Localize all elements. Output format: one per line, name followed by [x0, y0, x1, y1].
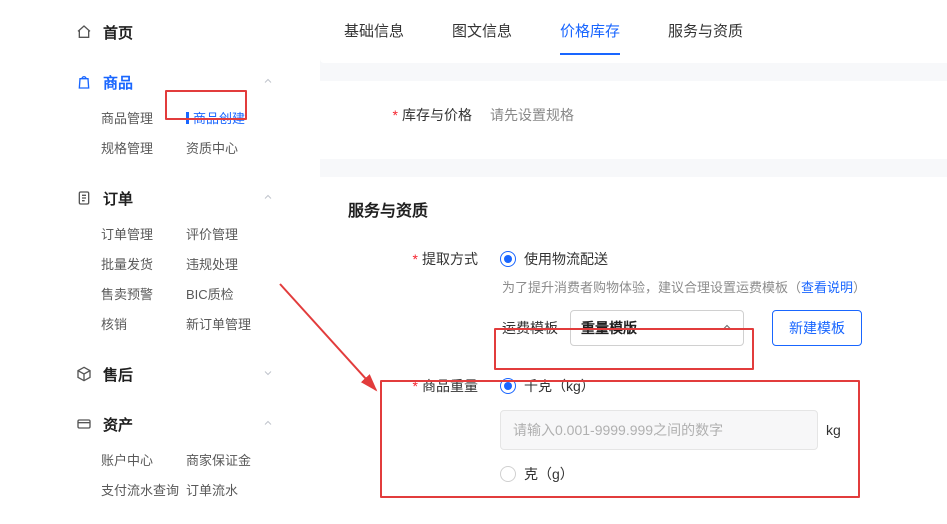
sidebar-sub-new-order[interactable]: 新订单管理	[186, 310, 271, 340]
radio-on-icon	[500, 378, 516, 394]
sidebar-item-goods[interactable]: 商品	[65, 60, 290, 104]
sidebar-sub-label: 商品创建	[193, 111, 245, 126]
sidebar-label: 商品	[103, 72, 133, 93]
sidebar: 首页 商品 商品管理 商品创建 规格管理 资质中心 订单	[65, 0, 290, 500]
select-value: 重量模版	[581, 318, 637, 338]
sidebar-sub-goods-manage[interactable]: 商品管理	[101, 104, 186, 134]
weight-label: 商品重量	[348, 376, 478, 396]
sidebar-sub-review-manage[interactable]: 评价管理	[186, 220, 271, 250]
card-icon	[75, 415, 93, 433]
section-stock: 库存与价格 请先设置规格	[320, 81, 947, 159]
sidebar-sub-bic-qc[interactable]: BIC质检	[186, 280, 271, 310]
pickup-radio-logistics[interactable]: 使用物流配送	[500, 249, 608, 269]
stock-label: 库存与价格	[342, 105, 472, 125]
sidebar-sub-account[interactable]: 账户中心	[101, 446, 186, 476]
radio-label: 使用物流配送	[524, 249, 608, 269]
pickup-label: 提取方式	[348, 249, 478, 269]
weight-unit: kg	[826, 422, 841, 438]
sidebar-sub-cert-center[interactable]: 资质中心	[186, 134, 271, 164]
chevron-up-icon	[262, 74, 274, 91]
template-label: 运费模板	[502, 318, 558, 338]
radio-on-icon	[500, 251, 516, 267]
sidebar-item-asset[interactable]: 资产	[65, 402, 290, 446]
stock-hint: 请先设置规格	[490, 105, 574, 125]
bag-icon	[75, 73, 93, 91]
radio-label: 克（g）	[524, 464, 574, 484]
sidebar-item-order[interactable]: 订单	[65, 176, 290, 220]
tab-basic[interactable]: 基础信息	[344, 0, 404, 63]
new-template-button[interactable]: 新建模板	[772, 310, 862, 346]
tab-price-stock[interactable]: 价格库存	[560, 0, 620, 63]
shipping-tip: 为了提升消费者购物体验，建议合理设置运费模板（查看说明）	[502, 277, 919, 296]
template-select[interactable]: 重量模版	[570, 310, 744, 346]
sidebar-sub-order-flow[interactable]: 订单流水	[186, 476, 271, 506]
sidebar-label: 订单	[103, 188, 133, 209]
sidebar-sub-spec-manage[interactable]: 规格管理	[101, 134, 186, 164]
chevron-down-icon	[262, 366, 274, 383]
home-icon	[75, 23, 93, 41]
sidebar-item-home[interactable]: 首页	[65, 10, 290, 54]
section-title: 服务与资质	[348, 197, 919, 221]
tabs: 基础信息 图文信息 价格库存 服务与资质	[320, 0, 947, 63]
radio-label: 千克（kg）	[524, 376, 595, 396]
weight-radio-kg[interactable]: 千克（kg）	[500, 376, 841, 396]
sidebar-sub-payment-flow[interactable]: 支付流水查询	[101, 476, 186, 506]
sidebar-sub-order-manage[interactable]: 订单管理	[101, 220, 186, 250]
weight-input[interactable]	[500, 410, 818, 450]
sidebar-sub-deposit[interactable]: 商家保证金	[186, 446, 271, 476]
main-panel: 基础信息 图文信息 价格库存 服务与资质 库存与价格 请先设置规格 服务与资质 …	[320, 0, 947, 500]
sidebar-label: 首页	[103, 22, 133, 43]
chevron-up-icon	[262, 416, 274, 433]
weight-radio-g[interactable]: 克（g）	[500, 464, 841, 484]
chevron-up-icon	[262, 190, 274, 207]
tab-service[interactable]: 服务与资质	[668, 0, 743, 63]
tip-text-suffix: ）	[853, 280, 866, 295]
tip-link[interactable]: 查看说明	[801, 280, 853, 295]
sidebar-sub-violation[interactable]: 违规处理	[186, 250, 271, 280]
chevron-up-icon	[721, 320, 733, 336]
tab-media[interactable]: 图文信息	[452, 0, 512, 63]
sidebar-label: 资产	[103, 414, 133, 435]
sidebar-sub-batch-ship[interactable]: 批量发货	[101, 250, 186, 280]
sidebar-sub-goods-create[interactable]: 商品创建	[186, 104, 271, 134]
cube-icon	[75, 365, 93, 383]
sidebar-label: 售后	[103, 364, 133, 385]
radio-off-icon	[500, 466, 516, 482]
order-icon	[75, 189, 93, 207]
sidebar-sub-presale-warn[interactable]: 售卖预警	[101, 280, 186, 310]
section-service: 服务与资质 提取方式 使用物流配送 为了提升消费者购物体验，建议合理设置运费模板…	[320, 177, 947, 524]
sidebar-sub-verify[interactable]: 核销	[101, 310, 186, 340]
tip-text: 为了提升消费者购物体验，建议合理设置运费模板（	[502, 280, 801, 295]
active-bar-icon	[186, 112, 189, 124]
sidebar-item-aftersale[interactable]: 售后	[65, 352, 290, 396]
